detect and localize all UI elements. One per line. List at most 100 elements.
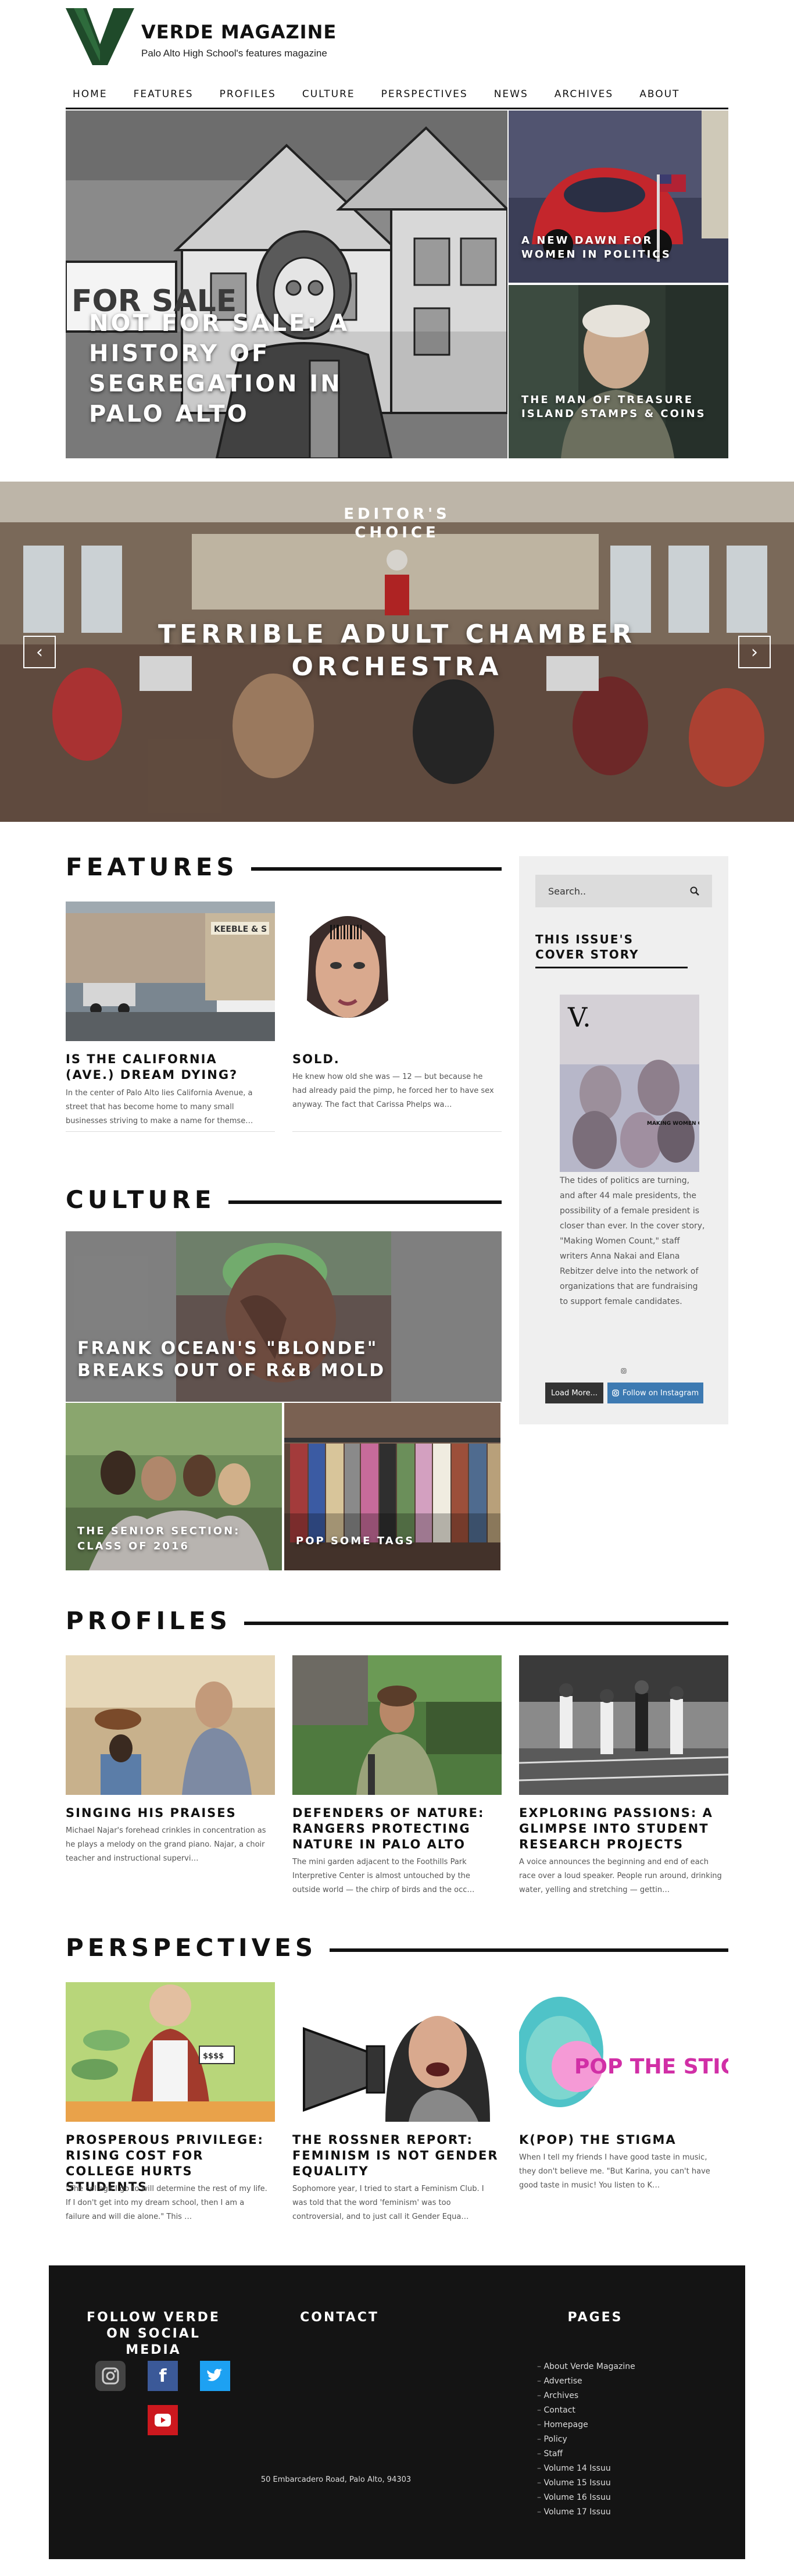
profiles-heading[interactable]: PROFILES [66, 1606, 244, 1635]
culture-small-1[interactable]: THE SENIOR SECTION: CLASS OF 2016 [66, 1403, 282, 1570]
perspective-1-image[interactable]: $$$$ [66, 1982, 275, 2122]
footer-page-link[interactable]: Volume 15 Issuu [537, 2476, 635, 2491]
culture-small-2-title[interactable]: POP SOME TAGS [296, 1534, 488, 1549]
cover-masthead: V. [567, 1002, 591, 1033]
instagram-small-icon [621, 1368, 627, 1374]
slider-prev-button[interactable]: ‹ [23, 636, 56, 668]
follow-instagram-label: Follow on Instagram [622, 1388, 699, 1398]
perspective-2-title[interactable]: THE ROSSNER REPORT: FEMINISM IS NOT GEND… [292, 2132, 502, 2179]
top-story-side-2[interactable]: THE MAN OF TREASURE ISLAND STAMPS & COIN… [509, 285, 728, 458]
feature-2-title[interactable]: SOLD. [292, 1052, 496, 1067]
feature-1-divider [66, 1131, 275, 1132]
runners-photo [519, 1655, 728, 1795]
nav-home[interactable]: HOME [66, 88, 108, 100]
site-footer: FOLLOW VERDE ON SOCIAL MEDIA CONTACT PAG… [49, 2265, 745, 2559]
footer-page-link[interactable]: Volume 16 Issuu [537, 2491, 635, 2505]
culture-small-2[interactable]: POP SOME TAGS [284, 1403, 500, 1570]
magazine-cover: V. MAKING WOMEN COUNT [560, 995, 719, 1172]
footer-contact-heading: CONTACT [300, 2310, 379, 2325]
culture-main-story[interactable]: FRANK OCEAN'S "BLONDE" BREAKS OUT OF R&B… [66, 1231, 502, 1402]
feature-2-divider [292, 1131, 502, 1132]
profiles-rule [227, 1622, 728, 1625]
pop-the-stigma-banner: POP THE STIGMA [574, 2055, 728, 2079]
perspective-2-excerpt: Sophomore year, I tried to start a Femin… [292, 2185, 484, 2221]
perspective-1-excerpt: "The college I go to will determine the … [66, 2185, 267, 2221]
perspectives-heading[interactable]: PERSPECTIVES [66, 1933, 330, 1962]
footer-page-link[interactable]: Advertise [537, 2374, 635, 2389]
profile-2-image[interactable] [292, 1655, 502, 1795]
kpop-bubblegum-illustration: POP THE STIGMA [519, 1982, 728, 2122]
feature-2-image[interactable] [292, 902, 403, 1041]
load-more-button[interactable]: Load More... [545, 1383, 603, 1403]
top-story-main[interactable]: FOR SALE NOT FOR SALE: A HISTORY OF SEGR… [66, 111, 507, 458]
profile-3-title[interactable]: EXPLORING PASSIONS: A GLIMPSE INTO STUDE… [519, 1805, 728, 1852]
slider-story-title[interactable]: TERRIBLE ADULT CHAMBER ORCHESTRA [0, 618, 794, 683]
top-story-side-1-title[interactable]: A NEW DAWN FOR WOMEN IN POLITICS [521, 234, 713, 262]
nav-about[interactable]: ABOUT [632, 88, 679, 100]
nav-news[interactable]: NEWS [487, 88, 528, 100]
search-icon[interactable] [690, 886, 699, 896]
man-portrait-photo [509, 285, 728, 458]
cover-story-image[interactable]: V. MAKING WOMEN COUNT [560, 995, 719, 1172]
editors-choice-slider: EDITOR'S CHOICE TERRIBLE ADULT CHAMBER O… [0, 482, 794, 822]
search-box[interactable]: Search.. [535, 875, 712, 907]
follow-instagram-button[interactable]: Follow on Instagram [607, 1383, 703, 1403]
cover-caption: MAKING WOMEN COUNT [647, 1121, 699, 1127]
perspective-3-image[interactable]: POP THE STIGMA [519, 1982, 728, 2122]
ranger-photo [292, 1655, 502, 1795]
youtube-icon[interactable] [148, 2405, 178, 2435]
top-story-side-1[interactable]: A NEW DAWN FOR WOMEN IN POLITICS [509, 111, 728, 283]
profile-1-image[interactable] [66, 1655, 275, 1795]
footer-page-link[interactable]: Homepage [537, 2418, 635, 2432]
footer-social-heading: FOLLOW VERDE ON SOCIAL MEDIA [87, 2310, 220, 2357]
chevron-left-icon: ‹ [36, 642, 43, 662]
footer-page-link[interactable]: Archives [537, 2389, 635, 2403]
instagram-icon[interactable] [95, 2361, 126, 2391]
verde-logo[interactable] [66, 8, 134, 65]
editors-choice-label: EDITOR'S CHOICE [344, 505, 450, 541]
top-story-side-2-title[interactable]: THE MAN OF TREASURE ISLAND STAMPS & COIN… [521, 393, 713, 421]
profile-1-excerpt: Michael Najar's forehead crinkles in con… [66, 1826, 266, 1863]
nav-features[interactable]: FEATURES [127, 88, 194, 100]
footer-pages-heading: PAGES [567, 2310, 623, 2325]
facebook-icon[interactable]: f [148, 2361, 178, 2391]
cover-story-text: The tides of politics are turning, and a… [560, 1176, 705, 1306]
nav-culture[interactable]: CULTURE [295, 88, 355, 100]
slider-next-button[interactable]: › [738, 636, 771, 668]
top-story-main-title[interactable]: NOT FOR SALE: A HISTORY OF SEGREGATION I… [89, 308, 391, 429]
footer-page-link[interactable]: About Verde Magazine [537, 2360, 635, 2374]
footer-page-link[interactable]: Policy [537, 2432, 635, 2447]
profile-3-excerpt: A voice announces the beginning and end … [519, 1858, 722, 1894]
profile-1-title[interactable]: SINGING HIS PRAISES [66, 1805, 269, 1821]
instagram-icon [612, 1389, 619, 1396]
footer-page-link[interactable]: Staff [537, 2447, 635, 2461]
footer-page-link[interactable]: Volume 14 Issuu [537, 2461, 635, 2476]
perspectives-rule [302, 1948, 728, 1952]
barcode-face-illustration [292, 902, 403, 1041]
privilege-illustration: $$$$ [66, 1982, 275, 2122]
profile-2-excerpt: The mini garden adjacent to the Foothill… [292, 1858, 475, 1894]
perspective-3-excerpt: When I tell my friends I have good taste… [519, 2153, 710, 2190]
chevron-right-icon: › [751, 642, 758, 662]
megaphone-illustration [292, 1982, 502, 2122]
search-input[interactable]: Search.. [548, 886, 586, 897]
footer-page-link[interactable]: Volume 17 Issuu [537, 2505, 635, 2520]
site-title[interactable]: VERDE MAGAZINE [141, 21, 337, 43]
nav-profiles[interactable]: PROFILES [213, 88, 276, 100]
perspective-3-title[interactable]: K(POP) THE STIGMA [519, 2132, 728, 2148]
site-tagline: Palo Alto High School's features magazin… [141, 48, 327, 59]
culture-main-title[interactable]: FRANK OCEAN'S "BLONDE" BREAKS OUT OF R&B… [77, 1338, 449, 1382]
feature-1-image[interactable]: KEEBLE & S [66, 902, 275, 1041]
nav-archives[interactable]: ARCHIVES [548, 88, 613, 100]
perspective-2-image[interactable] [292, 1982, 502, 2122]
footer-page-link[interactable]: Contact [537, 2403, 635, 2418]
profile-2-title[interactable]: DEFENDERS OF NATURE: RANGERS PROTECTING … [292, 1805, 496, 1852]
nav-perspectives[interactable]: PERSPECTIVES [374, 88, 468, 100]
feature-1-title[interactable]: IS THE CALIFORNIA (AVE.) DREAM DYING? [66, 1052, 269, 1083]
california-ave-photo: KEEBLE & S [66, 902, 275, 1041]
culture-small-1-title[interactable]: THE SENIOR SECTION: CLASS OF 2016 [77, 1524, 269, 1554]
profile-3-image[interactable] [519, 1655, 728, 1795]
twitter-icon[interactable] [200, 2361, 230, 2391]
features-heading[interactable]: FEATURES [66, 853, 251, 881]
culture-heading[interactable]: CULTURE [66, 1185, 228, 1214]
